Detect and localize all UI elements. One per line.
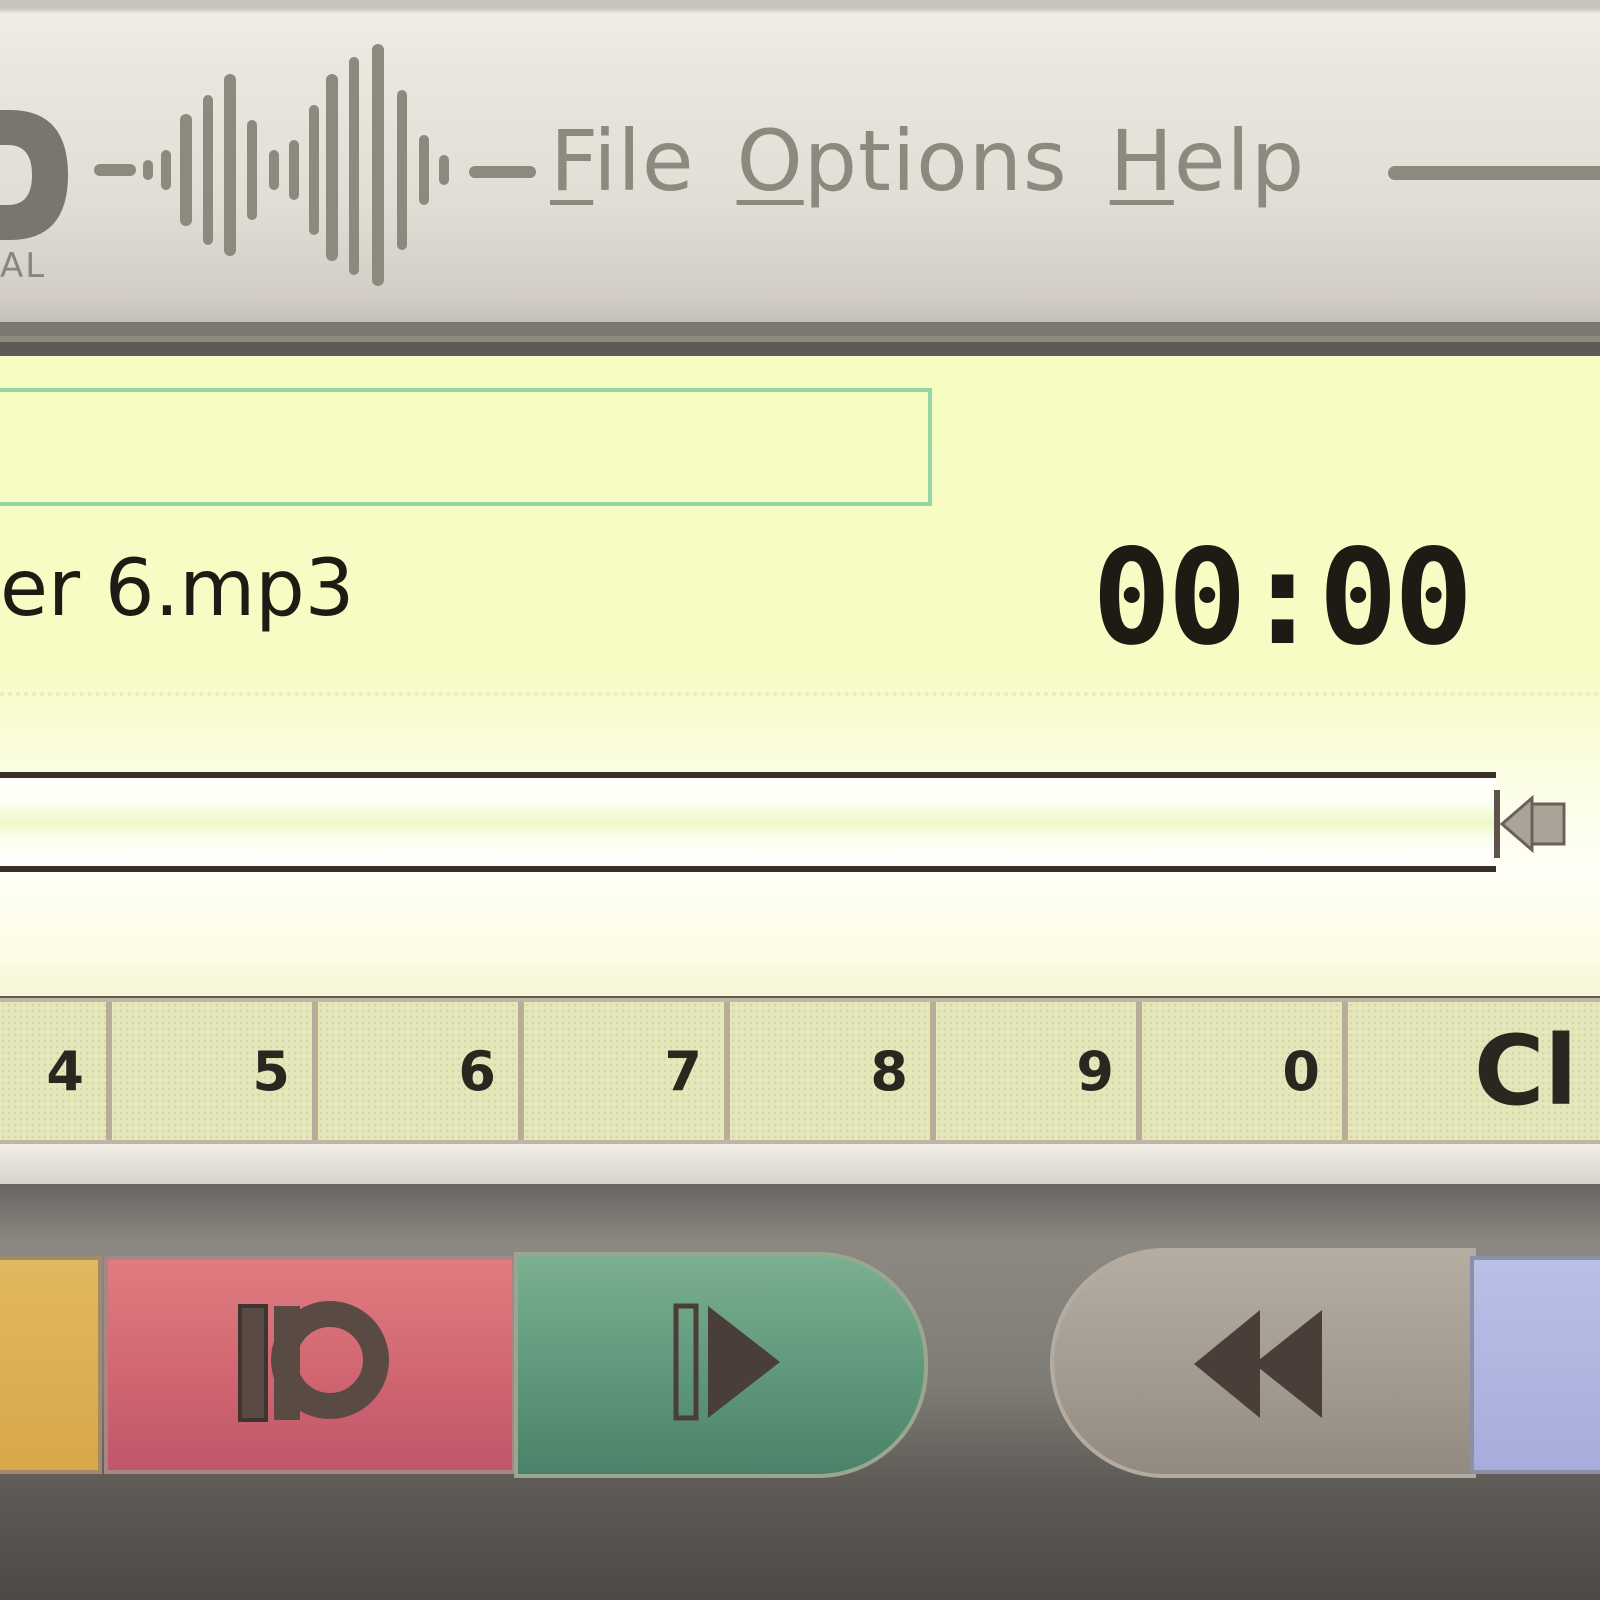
key-8[interactable]: 8 [730, 1002, 936, 1140]
record-button[interactable] [104, 1256, 516, 1474]
clear-button[interactable]: Cl [1348, 1002, 1600, 1140]
key-6[interactable]: 6 [318, 1002, 524, 1140]
menu-help[interactable]: Help [1110, 112, 1306, 232]
display-divider [0, 692, 1600, 696]
menu-divider [1388, 166, 1600, 180]
menu-bar: File Options Help [550, 112, 1305, 232]
display-panel: er 6.mp3 00:00 [0, 356, 1600, 996]
key-7[interactable]: 7 [524, 1002, 730, 1140]
record-icon [238, 1301, 389, 1422]
logo-subtext: AL [0, 246, 47, 286]
rewind-button[interactable] [1050, 1248, 1476, 1478]
forward-button[interactable] [1470, 1256, 1600, 1474]
key-5[interactable]: 5 [112, 1002, 318, 1140]
titlebar-divider [0, 322, 1600, 342]
key-0[interactable]: 0 [1142, 1002, 1348, 1140]
keypad-base [0, 1144, 1600, 1184]
key-9[interactable]: 9 [936, 1002, 1142, 1140]
voice-recorder-window: AL File Options Help er 6.mp3 00:00 4 5 … [0, 0, 1600, 1600]
position-slider[interactable] [0, 772, 1496, 872]
filename-label: er 6.mp3 [0, 544, 355, 634]
rewind-icon [1194, 1310, 1322, 1418]
menu-file[interactable]: File [550, 112, 695, 232]
logo-icon [0, 110, 68, 240]
volume-icon[interactable] [1490, 784, 1570, 866]
keypad-row: 4 5 6 7 8 9 0 Cl [0, 998, 1600, 1144]
waveform-icon [94, 44, 536, 286]
title-bar: AL File Options Help [0, 0, 1600, 342]
stop-button[interactable] [0, 1256, 102, 1474]
play-icon [673, 1303, 780, 1421]
recording-title-field[interactable] [0, 388, 932, 506]
play-button[interactable] [514, 1252, 928, 1478]
menu-options[interactable]: Options [737, 112, 1068, 232]
elapsed-timer: 00:00 [1092, 521, 1473, 675]
key-4[interactable]: 4 [0, 1002, 112, 1140]
